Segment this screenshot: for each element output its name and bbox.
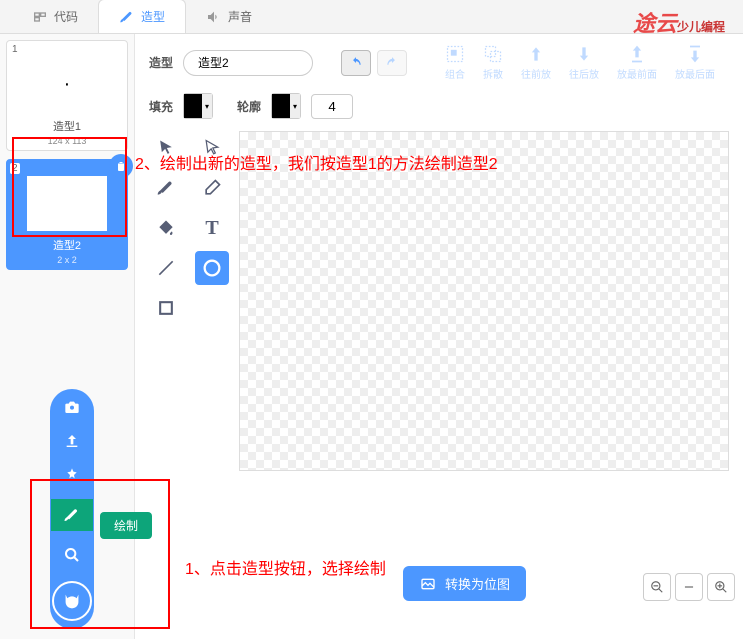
back-button[interactable]: 放最后面: [675, 44, 715, 81]
eraser-tool[interactable]: [195, 171, 229, 205]
brush-tool[interactable]: [149, 171, 183, 205]
paint-button[interactable]: [51, 499, 93, 531]
ungroup-icon: [483, 44, 503, 64]
annotation-text-2: 2、绘制出新的造型，我们按造型1的方法绘制造型2: [135, 150, 498, 174]
fill-tool[interactable]: [149, 211, 183, 245]
forward-button[interactable]: 往前放: [521, 44, 551, 81]
ungroup-button[interactable]: 拆散: [483, 44, 503, 81]
costume-item-2[interactable]: 2 造型2 2 x 2: [6, 159, 128, 270]
rect-tool[interactable]: [149, 291, 183, 325]
action-label: 放最后面: [675, 66, 715, 81]
redo-icon: [384, 56, 400, 70]
action-label: 组合: [445, 66, 465, 81]
eraser-icon: [202, 178, 222, 198]
circle-icon: [201, 257, 223, 279]
brush-tool-icon: [156, 178, 176, 198]
surprise-icon: [63, 467, 81, 483]
convert-label: 转换为位图: [445, 574, 510, 593]
costume-number: 1: [10, 44, 20, 55]
code-icon: [32, 9, 48, 25]
cat-icon: [61, 590, 83, 612]
front-icon: [627, 44, 647, 64]
paint-bucket-icon: [156, 218, 176, 238]
tab-code-label: 代码: [54, 8, 78, 25]
paint-icon: [63, 506, 81, 524]
trash-icon: [115, 160, 127, 172]
costume-thumbnail: ·: [27, 57, 107, 112]
line-icon: [156, 258, 176, 278]
tab-code[interactable]: 代码: [12, 0, 98, 33]
delete-costume-button[interactable]: [109, 154, 133, 178]
sound-icon: [206, 9, 222, 25]
group-button[interactable]: 组合: [445, 44, 465, 81]
redo-button[interactable]: [377, 50, 407, 76]
annotation-text-1: 1、点击造型按钮，选择绘制: [185, 555, 386, 579]
action-label: 放最前面: [617, 66, 657, 81]
tab-sound[interactable]: 声音: [186, 0, 272, 33]
action-label: 拆散: [483, 66, 503, 81]
zoom-in-button[interactable]: [707, 573, 735, 601]
zoom-reset-button[interactable]: [675, 573, 703, 601]
zoom-in-icon: [714, 580, 728, 594]
fill-color-picker[interactable]: ▾: [183, 93, 213, 119]
action-label: 往前放: [521, 66, 551, 81]
line-tool[interactable]: [149, 251, 183, 285]
convert-to-bitmap-button[interactable]: 转换为位图: [403, 566, 526, 601]
costume-item-1[interactable]: 1 · 造型1 124 x 113: [6, 40, 128, 151]
upload-icon: [64, 433, 80, 449]
zoom-controls: [643, 573, 735, 601]
upload-button[interactable]: [58, 431, 86, 451]
stroke-color-picker[interactable]: ▾: [271, 93, 301, 119]
zoom-out-icon: [650, 580, 664, 594]
text-tool[interactable]: T: [195, 211, 229, 245]
tab-costume-label: 造型: [141, 8, 165, 25]
stroke-width-input[interactable]: [311, 94, 353, 119]
backward-icon: [574, 44, 594, 64]
group-icon: [445, 44, 465, 64]
undo-icon: [348, 56, 364, 70]
costume-thumbnail: [27, 176, 107, 231]
paint-tooltip: 绘制: [100, 512, 152, 539]
tab-sound-label: 声音: [228, 8, 252, 25]
zoom-out-button[interactable]: [643, 573, 671, 601]
costume-number: 2: [10, 163, 20, 174]
fill-label: 填充: [149, 98, 173, 115]
square-icon: [156, 298, 176, 318]
image-icon: [419, 576, 437, 592]
action-label: 往后放: [569, 66, 599, 81]
camera-button[interactable]: [58, 397, 86, 417]
costume-name-input[interactable]: [183, 50, 313, 76]
tab-costume[interactable]: 造型: [98, 0, 186, 33]
text-icon: T: [205, 217, 218, 240]
brush-icon: [119, 9, 135, 25]
costume-name: 造型2: [7, 235, 127, 255]
back-icon: [685, 44, 705, 64]
zoom-reset-icon: [682, 580, 696, 594]
costume-dimensions: 2 x 2: [7, 255, 127, 269]
backward-button[interactable]: 往后放: [569, 44, 599, 81]
surprise-button[interactable]: [58, 465, 86, 485]
search-icon: [64, 547, 80, 563]
search-button[interactable]: [58, 545, 86, 565]
forward-icon: [526, 44, 546, 64]
front-button[interactable]: 放最前面: [617, 44, 657, 81]
editor-tabs: 代码 造型 声音: [0, 0, 743, 34]
camera-icon: [63, 399, 81, 415]
costume-name: 造型1: [7, 116, 127, 136]
add-costume-menu: [50, 389, 94, 629]
costume-name-label: 造型: [149, 54, 173, 71]
drawing-canvas[interactable]: [239, 131, 729, 471]
drawing-tools: T: [149, 131, 239, 471]
stroke-label: 轮廓: [237, 98, 261, 115]
costume-editor: 造型 组合 拆散 往前放 往后放 放最前面 放最后面 填充 ▾ 轮廓 ▾: [135, 34, 743, 639]
add-sprite-button[interactable]: [52, 581, 92, 621]
costume-dimensions: 124 x 113: [7, 136, 127, 150]
undo-button[interactable]: [341, 50, 371, 76]
circle-tool[interactable]: [195, 251, 229, 285]
